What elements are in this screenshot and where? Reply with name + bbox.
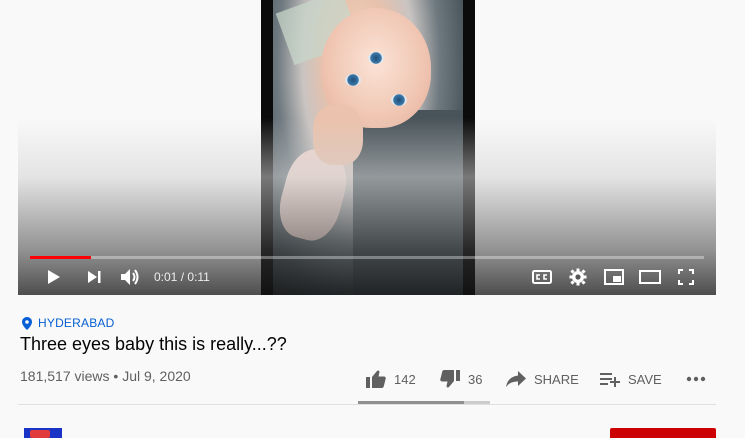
location-label: HYDERABAD	[38, 316, 115, 330]
save-label: SAVE	[628, 371, 662, 387]
gear-icon	[569, 268, 587, 286]
volume-icon	[121, 269, 139, 285]
theater-mode-button[interactable]	[638, 266, 662, 288]
skip-next-icon	[88, 271, 101, 283]
dislike-count: 36	[468, 371, 483, 387]
fullscreen-button[interactable]	[675, 266, 697, 288]
progress-bar[interactable]	[30, 256, 704, 259]
more-actions-button[interactable]	[686, 368, 706, 390]
play-icon	[48, 270, 60, 284]
video-title: Three eyes baby this is really...??	[20, 334, 287, 354]
thumbs-up-icon	[366, 370, 386, 388]
miniplayer-button[interactable]	[603, 266, 625, 288]
fullscreen-icon	[678, 269, 694, 285]
like-button[interactable]: 142	[366, 368, 416, 390]
subscribe-button[interactable]	[610, 428, 716, 438]
meta-separator: •	[113, 368, 119, 384]
playlist-add-icon	[600, 373, 620, 387]
theater-icon	[639, 270, 661, 284]
player-controls: 0:01 / 0:11	[18, 262, 716, 292]
share-label: SHARE	[534, 371, 579, 387]
like-count: 142	[394, 371, 416, 387]
settings-button[interactable]	[567, 266, 589, 288]
miniplayer-icon	[604, 269, 624, 285]
next-button[interactable]	[84, 266, 104, 288]
time-separator: /	[180, 270, 185, 284]
thumbs-down-icon	[440, 370, 460, 388]
time-total: 0:11	[187, 270, 210, 284]
captions-icon	[532, 270, 552, 284]
location-pin-icon	[22, 316, 32, 330]
play-button[interactable]	[44, 266, 64, 288]
publish-date: Jul 9, 2020	[122, 368, 191, 384]
view-count: 181,517 views	[20, 368, 110, 384]
progress-played	[30, 256, 92, 259]
captions-button[interactable]	[531, 266, 553, 288]
time-current: 0:01	[154, 270, 178, 284]
time-display: 0:01 / 0:11	[154, 270, 210, 284]
save-button[interactable]: SAVE	[600, 368, 662, 390]
volume-button[interactable]	[118, 266, 142, 288]
video-player[interactable]: 0:01 / 0:11	[18, 0, 716, 295]
channel-avatar[interactable]	[24, 428, 62, 438]
dislike-button[interactable]: 36	[440, 368, 482, 390]
share-button[interactable]: SHARE	[506, 368, 579, 390]
share-icon	[506, 371, 526, 387]
more-horiz-icon	[686, 376, 706, 382]
location-link[interactable]: HYDERABAD	[22, 316, 114, 330]
divider	[18, 404, 716, 405]
video-meta: 181,517 views • Jul 9, 2020	[20, 368, 191, 384]
controls-gradient	[18, 0, 716, 295]
